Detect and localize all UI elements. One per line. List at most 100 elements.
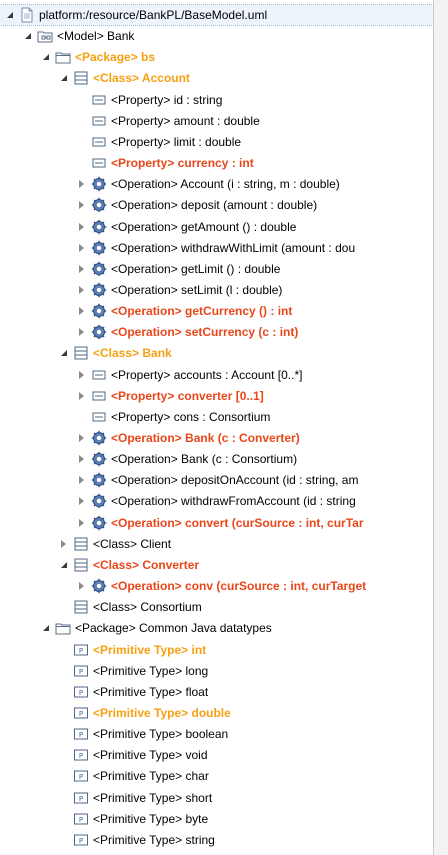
tree-row[interactable]: <Package> bs: [0, 47, 433, 67]
tree-row[interactable]: <Property> amount : double: [0, 111, 433, 131]
tree-row[interactable]: <Property> accounts : Account [0..*]: [0, 365, 433, 385]
tree-row[interactable]: P <Primitive Type> byte: [0, 809, 433, 829]
class-icon: [73, 70, 89, 86]
tree-row-label: <Operation> getAmount () : double: [111, 219, 297, 234]
expand-arrow-icon[interactable]: [78, 433, 86, 443]
tree-row[interactable]: <Operation> Bank (c : Converter): [0, 428, 433, 448]
svg-text:P: P: [79, 795, 83, 803]
expand-arrow-icon[interactable]: [78, 391, 86, 401]
tree-row-label: <Class> Client: [93, 536, 172, 551]
tree-row[interactable]: <Class> Client: [0, 534, 433, 554]
operation-icon: [91, 493, 107, 509]
tree-row-label: <Primitive Type> boolean: [93, 727, 229, 742]
tree-row[interactable]: <Operation> deposit (amount : double): [0, 195, 433, 215]
tree-row[interactable]: <Property> converter [0..1]: [0, 386, 433, 406]
package-icon: [55, 49, 71, 65]
svg-text:P: P: [79, 689, 83, 697]
operation-icon: [91, 324, 107, 340]
svg-text:P: P: [79, 816, 83, 824]
tree-row[interactable]: P <Primitive Type> char: [0, 766, 433, 786]
tree-row[interactable]: <Operation> getCurrency () : int: [0, 301, 433, 321]
expand-arrow-icon[interactable]: [78, 496, 86, 506]
vertical-scrollbar[interactable]: [434, 0, 448, 855]
tree-row[interactable]: P <Primitive Type> int: [0, 640, 433, 660]
tree-row-label: <Primitive Type> char: [93, 769, 209, 784]
tree-row-label: <Operation> Bank (c : Consortium): [111, 452, 298, 467]
tree-row[interactable]: platform:/resource/BankPL/BaseModel.uml: [0, 4, 433, 26]
tree-row[interactable]: P <Primitive Type> short: [0, 788, 433, 808]
expand-arrow-icon[interactable]: [78, 581, 86, 591]
tree-row-label: platform:/resource/BankPL/BaseModel.uml: [39, 8, 268, 22]
operation-icon: [91, 578, 107, 594]
tree-row[interactable]: P <Primitive Type> double: [0, 703, 433, 723]
tree-row[interactable]: <Class> Converter: [0, 555, 433, 575]
tree-row[interactable]: <Operation> conv (curSource : int, curTa…: [0, 576, 433, 596]
expand-arrow-icon[interactable]: [78, 370, 86, 380]
tree-row[interactable]: <Operation> getLimit () : double: [0, 259, 433, 279]
operation-icon: [91, 197, 107, 213]
tree-row-label: <Class> Converter: [93, 557, 200, 572]
tree-row[interactable]: P <Primitive Type> long: [0, 661, 433, 681]
tree-row[interactable]: <Operation> withdrawWithLimit (amount : …: [0, 238, 433, 258]
collapse-arrow-icon[interactable]: [60, 348, 68, 358]
collapse-arrow-icon[interactable]: [24, 31, 32, 41]
primitive-icon: P: [73, 726, 89, 742]
tree-row-label: <Class> Consortium: [93, 600, 202, 615]
tree-row[interactable]: <Operation> setCurrency (c : int): [0, 322, 433, 342]
primitive-icon: P: [73, 832, 89, 848]
collapse-arrow-icon[interactable]: [60, 560, 68, 570]
expand-arrow-icon[interactable]: [78, 222, 86, 232]
model-icon: [37, 28, 53, 44]
tree-row[interactable]: <Property> id : string: [0, 90, 433, 110]
operation-icon: [91, 176, 107, 192]
class-icon: [73, 599, 89, 615]
expand-arrow-icon[interactable]: [78, 200, 86, 210]
tree-row[interactable]: <Operation> Bank (c : Consortium): [0, 449, 433, 469]
collapse-arrow-icon[interactable]: [42, 623, 50, 633]
expand-arrow-icon[interactable]: [78, 306, 86, 316]
tree-row[interactable]: <Property> limit : double: [0, 132, 433, 152]
tree-row[interactable]: <Class> Account: [0, 68, 433, 88]
expand-arrow-icon[interactable]: [78, 454, 86, 464]
tree-row[interactable]: <Operation> depositOnAccount (id : strin…: [0, 470, 433, 490]
tree-row[interactable]: <Operation> convert (curSource : int, cu…: [0, 513, 433, 533]
expand-arrow-icon[interactable]: [78, 179, 86, 189]
tree-row[interactable]: <Operation> Account (i : string, m : dou…: [0, 174, 433, 194]
tree-row-label: <Operation> Account (i : string, m : dou…: [111, 177, 340, 192]
tree-row-label: <Package> bs: [75, 50, 156, 65]
primitive-icon: P: [73, 642, 89, 658]
tree-row-label: <Operation> conv (curSource : int, curTa…: [111, 579, 367, 594]
tree-row[interactable]: P <Primitive Type> boolean: [0, 724, 433, 744]
tree-row[interactable]: <Package> Common Java datatypes: [0, 618, 433, 638]
tree-row[interactable]: P <Primitive Type> void: [0, 745, 433, 765]
expand-arrow-icon[interactable]: [78, 285, 86, 295]
resource-icon: [19, 7, 35, 23]
tree-row[interactable]: <Operation> getAmount () : double: [0, 217, 433, 237]
tree-row[interactable]: <Class> Bank: [0, 343, 433, 363]
tree-row[interactable]: P <Primitive Type> string: [0, 830, 433, 850]
expand-arrow-icon[interactable]: [78, 243, 86, 253]
tree-row-label: <Primitive Type> long: [93, 663, 209, 678]
tree-row[interactable]: <Operation> withdrawFromAccount (id : st…: [0, 491, 433, 511]
svg-text:P: P: [79, 837, 83, 845]
expand-arrow-icon[interactable]: [60, 539, 68, 549]
tree-row[interactable]: <Property> cons : Consortium: [0, 407, 433, 427]
expand-arrow-icon[interactable]: [78, 518, 86, 528]
tree-row[interactable]: P <Primitive Type> float: [0, 682, 433, 702]
property-icon: [91, 388, 107, 404]
collapse-arrow-icon[interactable]: [6, 10, 14, 20]
collapse-arrow-icon[interactable]: [42, 52, 50, 62]
tree-row-label: <Operation> setCurrency (c : int): [111, 325, 299, 340]
svg-text:P: P: [79, 752, 83, 760]
collapse-arrow-icon[interactable]: [60, 73, 68, 83]
tree-row[interactable]: <Operation> setLimit (l : double): [0, 280, 433, 300]
svg-text:P: P: [79, 731, 83, 739]
tree-row[interactable]: <Model> Bank: [0, 26, 433, 46]
tree-row-label: <Property> accounts : Account [0..*]: [111, 367, 303, 382]
expand-arrow-icon[interactable]: [78, 264, 86, 274]
tree-row[interactable]: <Property> currency : int: [0, 153, 433, 173]
expand-arrow-icon[interactable]: [78, 475, 86, 485]
tree-row[interactable]: <Class> Consortium: [0, 597, 433, 617]
tree-row-label: <Operation> withdrawFromAccount (id : st…: [111, 494, 356, 509]
expand-arrow-icon[interactable]: [78, 327, 86, 337]
